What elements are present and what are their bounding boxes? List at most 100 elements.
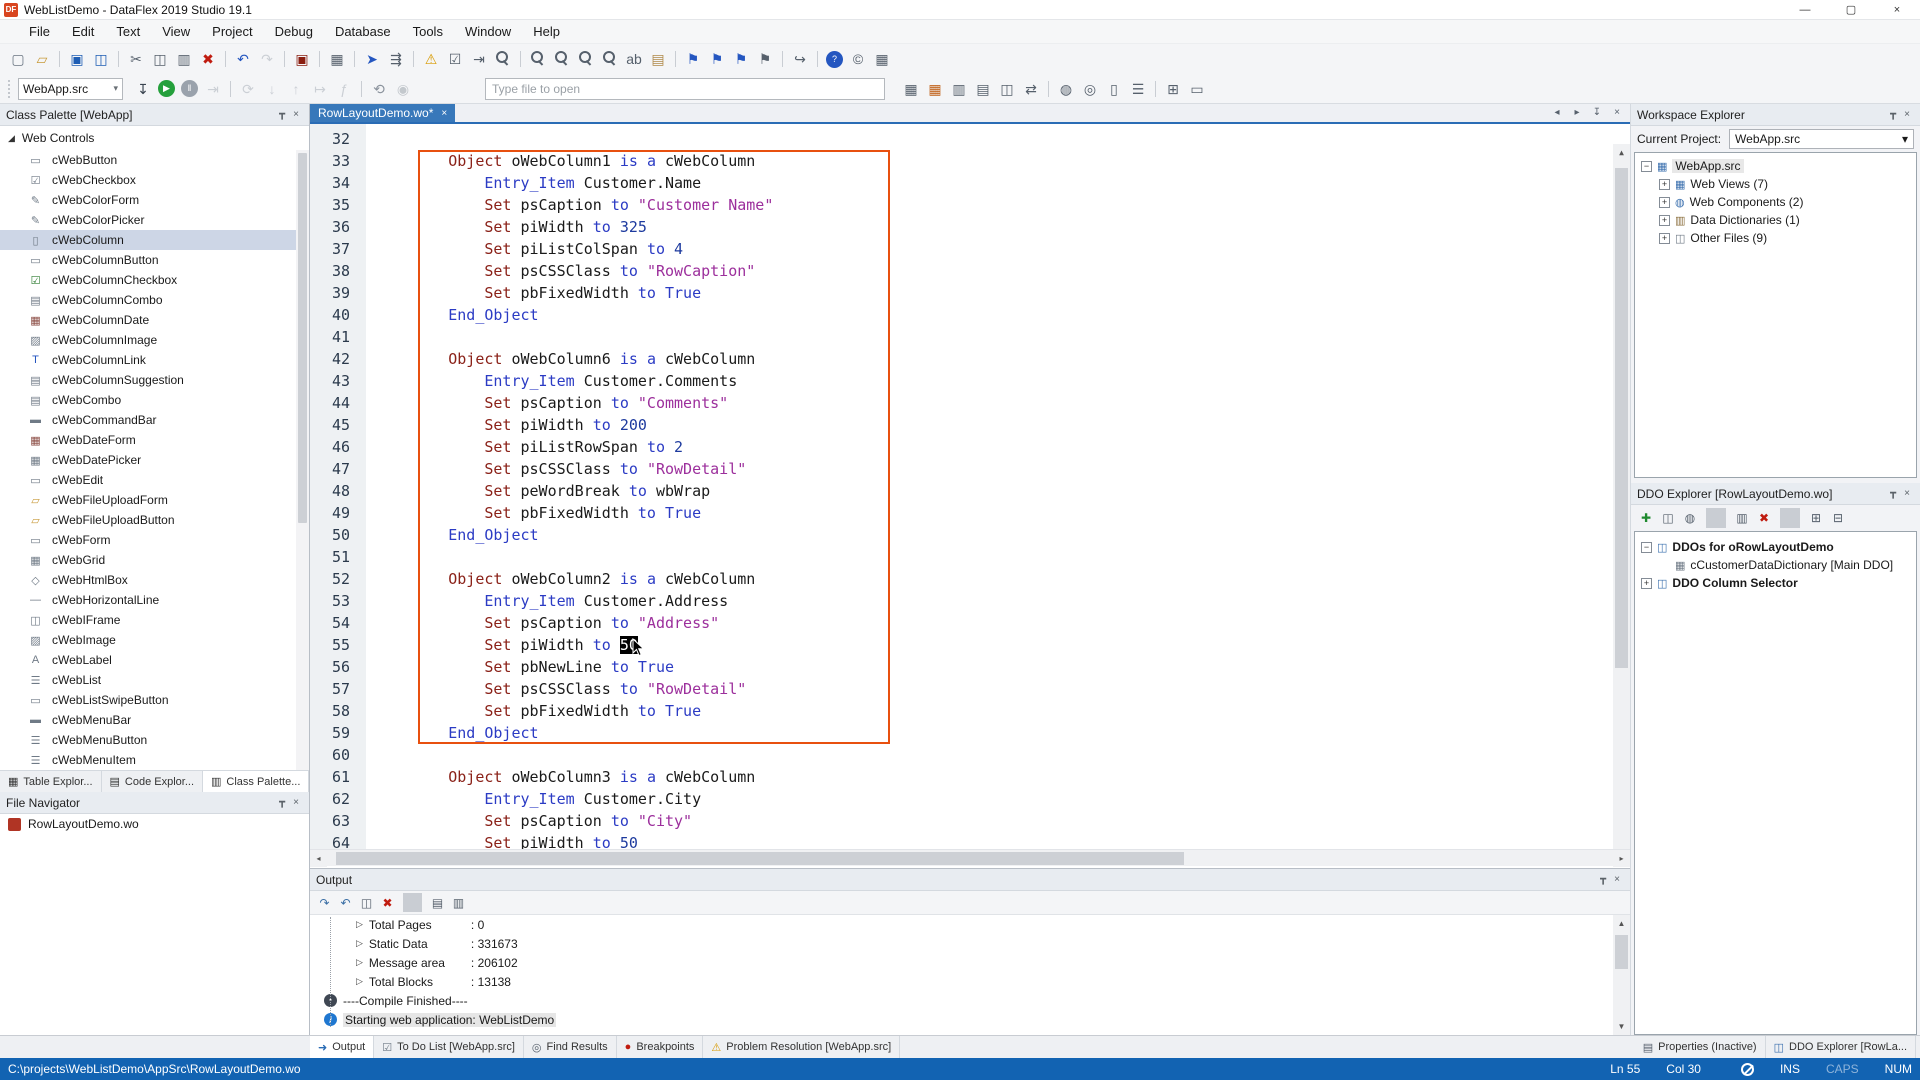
palette-item[interactable]: ◇ cWebHtmlBox	[0, 570, 309, 590]
expander-icon[interactable]: +	[1659, 233, 1670, 244]
current-project-combo[interactable]: WebApp.src ▾	[1729, 129, 1914, 149]
palette-item[interactable]: ☰ cWebMenuItem	[0, 750, 309, 770]
code-line[interactable]: 52 Object oWebColumn2 is a cWebColumn	[310, 568, 1630, 590]
pause-button[interactable]: ‖	[181, 80, 198, 97]
paste-button[interactable]: ▥	[173, 48, 195, 70]
ddo-web-button[interactable]: ◍	[1680, 508, 1700, 528]
code-line[interactable]: 32	[310, 128, 1630, 150]
pin-icon[interactable]: ┳	[1596, 874, 1610, 885]
code-line[interactable]: 37 Set piListColSpan to 4	[310, 238, 1630, 260]
close-icon[interactable]: ×	[289, 797, 303, 808]
palette-item[interactable]: ✎ cWebColorPicker	[0, 210, 309, 230]
code-line[interactable]: 46 Set piListRowSpan to 2	[310, 436, 1630, 458]
palette-item[interactable]: ▨ cWebImage	[0, 630, 309, 650]
code-line[interactable]: 43 Entry_Item Customer.Comments	[310, 370, 1630, 392]
expander-icon[interactable]: +	[1659, 179, 1670, 190]
toggle-bookmark-button[interactable]: ⚑	[682, 48, 704, 70]
ddo-expand-all-button[interactable]: ⊞	[1806, 508, 1826, 528]
menu-item[interactable]: View	[151, 21, 201, 42]
undo-button[interactable]: ↶	[232, 48, 254, 70]
stop-button[interactable]: ◉	[392, 78, 414, 100]
output-line[interactable]: ▷ Message area : 206102	[310, 953, 1630, 972]
code-line[interactable]: 36 Set piWidth to 325	[310, 216, 1630, 238]
palette-item[interactable]: ▬ cWebMenuBar	[0, 710, 309, 730]
code-line[interactable]: 48 Set peWordBreak to wbWrap	[310, 480, 1630, 502]
todo-list-button[interactable]: ☑	[444, 48, 466, 70]
minimize-button[interactable]: —	[1782, 0, 1828, 19]
search-document-button[interactable]	[599, 48, 621, 70]
debug-function-button[interactable]: ƒ	[333, 78, 355, 100]
palette-item[interactable]: ▤ cWebCombo	[0, 390, 309, 410]
palette-item[interactable]: ▦ cWebDateForm	[0, 430, 309, 450]
clear-bookmarks-button[interactable]: ⚑	[754, 48, 776, 70]
palette-item[interactable]: ▭ cWebButton	[0, 150, 309, 170]
code-line[interactable]: 59 End_Object	[310, 722, 1630, 744]
menu-item[interactable]: Database	[324, 21, 402, 42]
tab-todo-list[interactable]: ☑ To Do List [WebApp.src]	[374, 1036, 524, 1058]
warnings-button[interactable]: ⚠	[420, 48, 442, 70]
help-button[interactable]: ?	[826, 51, 843, 68]
close-icon[interactable]: ×	[1610, 874, 1624, 885]
code-line[interactable]: 35 Set psCaption to "Customer Name"	[310, 194, 1630, 216]
expand-arrow-icon[interactable]: ▷	[356, 919, 363, 930]
migrate-data-button[interactable]: ⇄	[1020, 78, 1042, 100]
ddo-collapse-all-button[interactable]: ⊟	[1828, 508, 1848, 528]
run-to-cursor-button[interactable]: ↦	[309, 78, 331, 100]
redo-button[interactable]: ↷	[256, 48, 278, 70]
menu-item[interactable]: Edit	[61, 21, 105, 42]
code-line[interactable]: 39 Set pbFixedWidth to True	[310, 282, 1630, 304]
code-line[interactable]: 56 Set pbNewLine to True	[310, 656, 1630, 678]
pin-icon[interactable]: ┳	[1886, 109, 1900, 120]
ddo-open-button[interactable]: ▥	[1732, 508, 1752, 528]
pin-icon[interactable]: ┳	[275, 109, 289, 120]
code-line[interactable]: 60	[310, 744, 1630, 766]
code-line[interactable]: 42 Object oWebColumn6 is a cWebColumn	[310, 348, 1630, 370]
code-line[interactable]: 33 Object oWebColumn1 is a cWebColumn	[310, 150, 1630, 172]
code-line[interactable]: 55 Set piWidth to 50	[310, 634, 1630, 656]
code-line[interactable]: 63 Set psCaption to "City"	[310, 810, 1630, 832]
tab-scroll-right-button[interactable]: ▸	[1569, 105, 1585, 121]
save-button[interactable]: ▣	[66, 48, 88, 70]
code-line[interactable]: 41	[310, 326, 1630, 348]
register-components-button[interactable]: ⇶	[385, 48, 407, 70]
tab-pin-button[interactable]: ↧	[1589, 105, 1605, 121]
search-prev-button[interactable]	[575, 48, 597, 70]
palette-item[interactable]: ☰ cWebList	[0, 670, 309, 690]
step-over-button[interactable]: ⇥	[202, 78, 224, 100]
code-line[interactable]: 53 Entry_Item Customer.Address	[310, 590, 1630, 612]
prev-bookmark-button[interactable]: ⚑	[706, 48, 728, 70]
output-next-button[interactable]: ↷	[315, 893, 334, 912]
palette-item[interactable]: T cWebColumnLink	[0, 350, 309, 370]
compile-button[interactable]: ➤	[361, 48, 383, 70]
code-area[interactable]: 3233 Object oWebColumn1 is a cWebColumn3…	[310, 124, 1630, 849]
tree-item[interactable]: + ◫ DDO Column Selector	[1635, 574, 1916, 592]
palette-item[interactable]: ☰ cWebMenuButton	[0, 730, 309, 750]
menu-item[interactable]: Window	[454, 21, 522, 42]
console-button[interactable]: ▭	[1186, 78, 1208, 100]
code-line[interactable]: 34 Entry_Item Customer.Name	[310, 172, 1630, 194]
menu-item[interactable]: Project	[201, 21, 263, 42]
tab-class-palette[interactable]: ▥ Class Palette...	[203, 771, 309, 792]
palette-item[interactable]: ▱ cWebFileUploadForm	[0, 490, 309, 510]
table-editor-button[interactable]: ▦	[900, 78, 922, 100]
cut-button[interactable]: ✂	[125, 48, 147, 70]
tab-close-button[interactable]: ×	[1609, 105, 1625, 121]
open-file-button[interactable]: ▱	[31, 48, 53, 70]
view-options-button[interactable]: ☰	[1127, 78, 1149, 100]
menu-item[interactable]: Tools	[402, 21, 454, 42]
close-icon[interactable]: ×	[289, 109, 303, 120]
tree-item[interactable]: + ▦ Web Views (7)	[1635, 175, 1916, 193]
menu-item[interactable]: Help	[522, 21, 571, 42]
code-line[interactable]: 47 Set psCSSClass to "RowDetail"	[310, 458, 1630, 480]
ddo-switch-button[interactable]: ◫	[1658, 508, 1678, 528]
tree-item[interactable]: − ◫ DDOs for oRowLayoutDemo	[1635, 538, 1916, 556]
ddo-add-button[interactable]: ✚	[1636, 508, 1656, 528]
refresh-button[interactable]: ⟲	[368, 78, 390, 100]
output-line[interactable]: ▷ Total Pages : 0	[310, 915, 1630, 934]
code-line[interactable]: 57 Set psCSSClass to "RowDetail"	[310, 678, 1630, 700]
tree-item[interactable]: ▦ cCustomerDataDictionary [Main DDO]	[1635, 556, 1916, 574]
output-line[interactable]: ▪ ----Compile Finished----	[310, 991, 1630, 1010]
db-builder-button[interactable]: ▤	[972, 78, 994, 100]
tree-item[interactable]: − ▦ WebApp.src	[1635, 157, 1916, 175]
record-macro-button[interactable]: ▣	[291, 48, 313, 70]
